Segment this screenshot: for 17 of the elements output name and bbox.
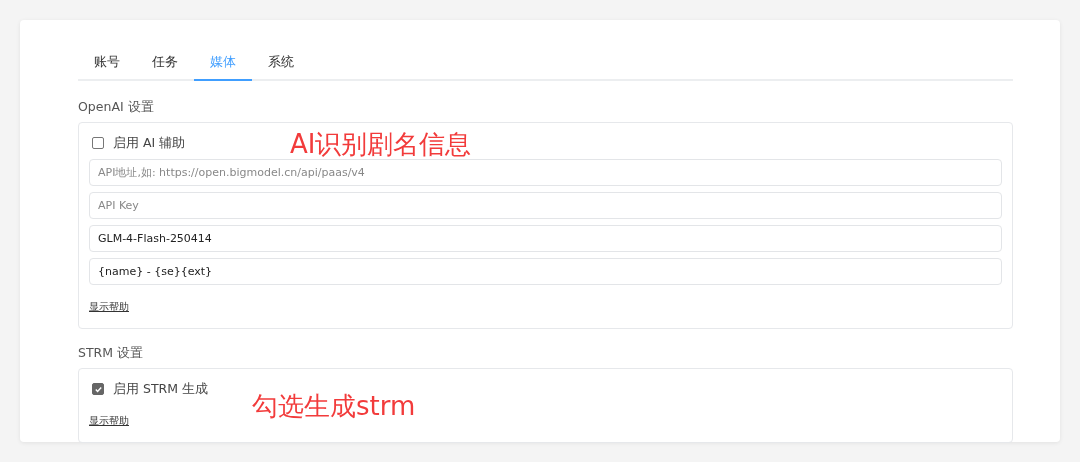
checkbox[interactable] — [92, 137, 104, 149]
input-field[interactable]: GLM-4-Flash-250414 — [89, 225, 1002, 252]
input-field[interactable]: {name} - {se}{ext} — [89, 258, 1002, 285]
annotation-text: 勾选生成strm — [252, 390, 416, 423]
checkbox-label: 启用 STRM 生成 — [113, 380, 208, 398]
tab[interactable]: 账号 — [78, 44, 136, 81]
input-field[interactable]: API Key — [89, 192, 1002, 219]
tab[interactable]: 系统 — [252, 44, 310, 81]
input-field[interactable]: API地址,如: https://open.bigmodel.cn/api/paas/v4 — [89, 159, 1002, 186]
section-title: OpenAI 设置 — [78, 99, 155, 116]
annotation-text: AI识别剧名信息 — [290, 128, 472, 161]
tab[interactable]: 任务 — [136, 44, 194, 81]
checkbox[interactable] — [92, 383, 104, 395]
section-title: STRM 设置 — [78, 345, 144, 362]
checkbox-label: 启用 AI 辅助 — [113, 134, 186, 152]
help-link[interactable]: 显示帮助 — [89, 301, 129, 314]
help-link[interactable]: 显示帮助 — [89, 415, 129, 428]
